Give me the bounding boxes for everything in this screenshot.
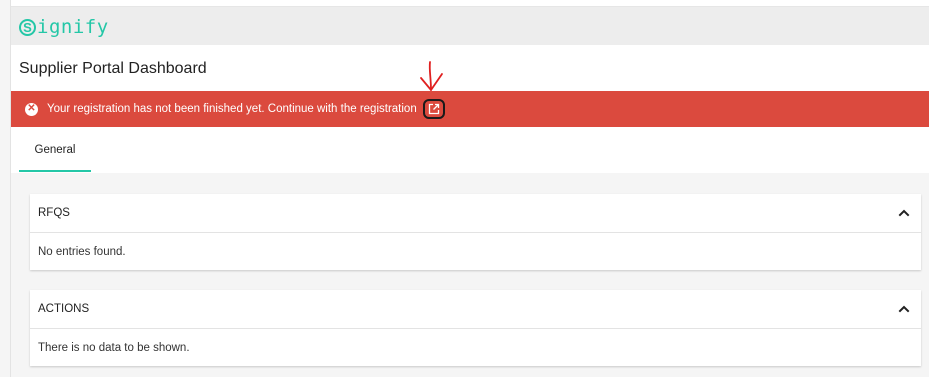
actions-panel-header[interactable]: ACTIONS <box>30 290 921 329</box>
logo-initial: S <box>19 18 36 36</box>
error-circle-icon: ✕ <box>25 102 38 116</box>
active-tab-indicator <box>19 170 91 172</box>
external-link-icon[interactable] <box>422 99 445 119</box>
page-title: Supplier Portal Dashboard <box>19 60 207 77</box>
signify-logo[interactable]: S ignify <box>19 14 109 40</box>
rfqs-panel-body: No entries found. <box>30 233 921 270</box>
logo-bar: S ignify <box>11 7 929 45</box>
rfqs-panel-header[interactable]: RFQS <box>30 194 921 233</box>
empty-state-text: There is no data to be shown. <box>38 341 190 354</box>
actions-panel: ACTIONS There is no data to be shown. <box>30 290 921 366</box>
red-arrow-annotation <box>420 61 443 91</box>
tabs-bar: General <box>11 127 929 173</box>
banner-message: Your registration has not been finished … <box>47 103 417 115</box>
logo-text: ignify <box>37 16 109 38</box>
panel-title: RFQS <box>38 207 70 219</box>
top-strip <box>11 0 929 7</box>
tab-general[interactable]: General <box>19 127 91 173</box>
registration-warning-banner: ✕ Your registration has not been finishe… <box>11 91 929 127</box>
actions-panel-body: There is no data to be shown. <box>30 329 921 366</box>
chevron-up-icon[interactable] <box>897 206 911 220</box>
empty-state-text: No entries found. <box>38 245 126 258</box>
rfqs-panel: RFQS No entries found. <box>30 194 921 270</box>
tab-label: General <box>34 144 76 156</box>
external-link-glyph <box>428 103 439 115</box>
chevron-up-icon[interactable] <box>897 302 911 316</box>
page-header: Supplier Portal Dashboard <box>11 45 929 91</box>
app-frame: S ignify Supplier Portal Dashboard ✕ You… <box>10 0 929 377</box>
panel-title: ACTIONS <box>38 303 90 315</box>
